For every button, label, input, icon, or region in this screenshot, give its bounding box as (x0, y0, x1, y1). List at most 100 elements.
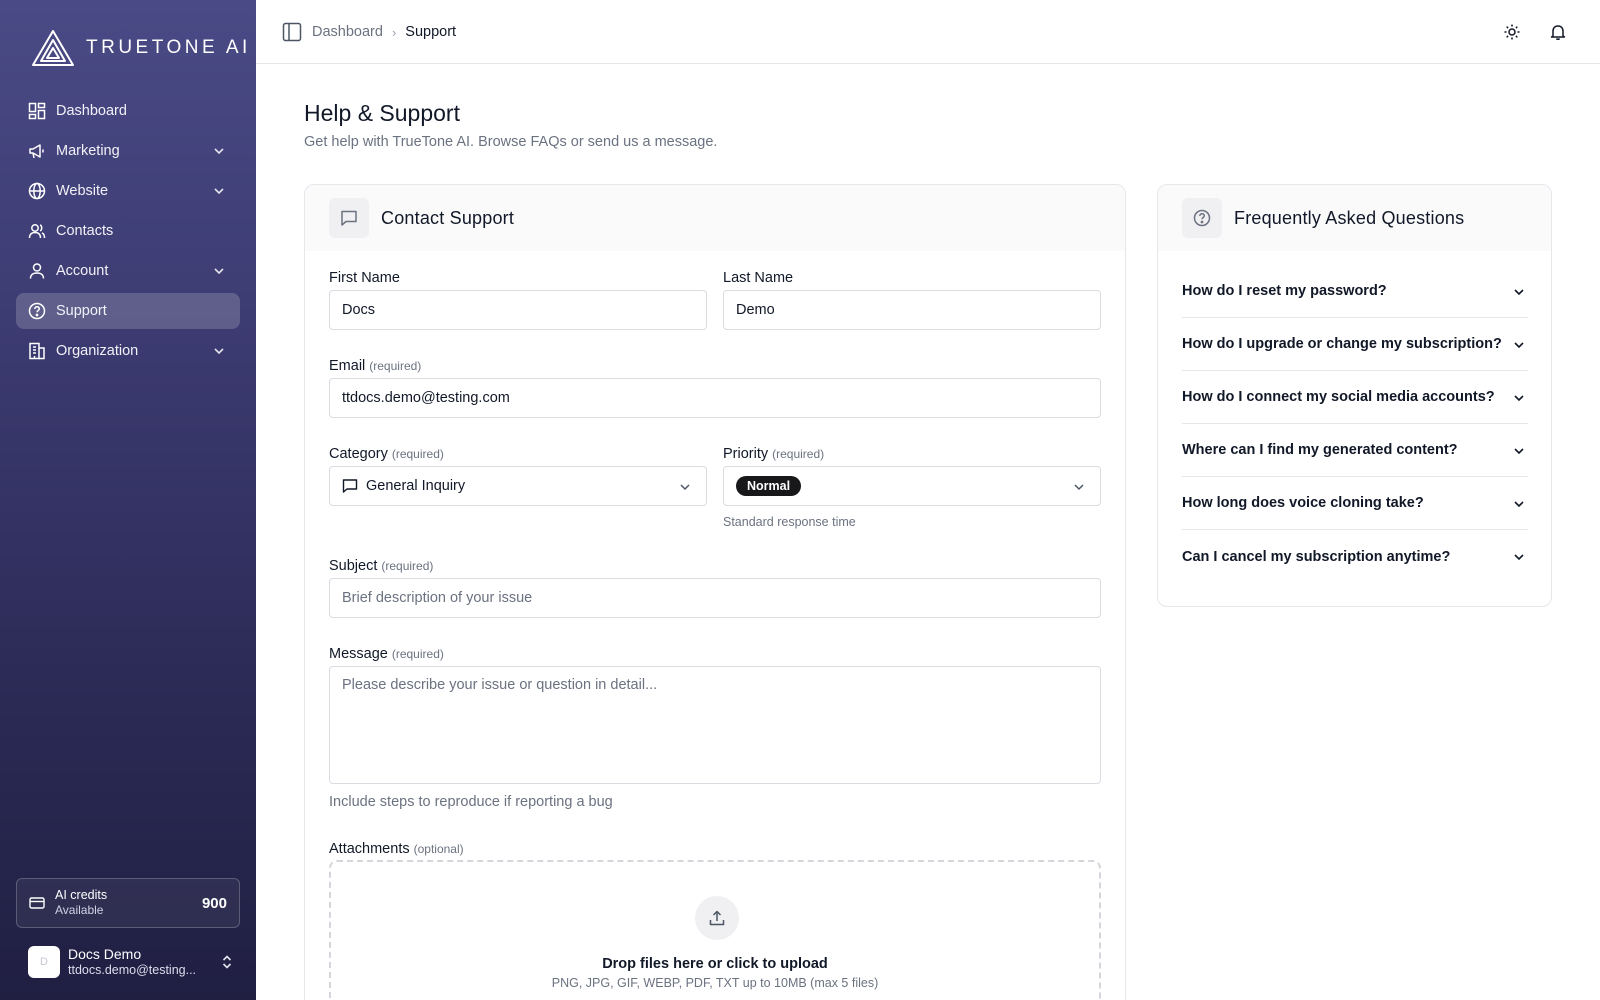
chevron-down-icon (1514, 448, 1524, 455)
credits-value: 900 (201, 895, 227, 912)
chevron-down-icon (1514, 395, 1524, 402)
faq-item[interactable]: How long does voice cloning take? (1182, 477, 1528, 530)
chevrons-up-down-icon (222, 955, 232, 969)
faq-question: Can I cancel my subscription anytime? (1182, 548, 1451, 565)
email-value: ttdocs.demo@testing.com (342, 390, 510, 406)
faq-question: How do I upgrade or change my subscripti… (1182, 336, 1502, 352)
priority-required: (required) (772, 447, 825, 461)
priority-label-text: Priority (723, 446, 769, 462)
page-title: Help & Support (304, 100, 460, 126)
user-menu[interactable]: D Docs Demo ttdocs.demo@testing... (28, 944, 240, 980)
sidebar-item-website[interactable]: Website (16, 173, 240, 209)
chevron-down-icon (1514, 342, 1524, 349)
dashboard-icon (28, 102, 46, 120)
faq-item[interactable]: How do I upgrade or change my subscripti… (1182, 318, 1528, 371)
bell-icon[interactable] (1549, 23, 1567, 41)
building-icon (28, 342, 46, 360)
page-subtitle: Get help with TrueTone AI. Browse FAQs o… (304, 134, 718, 150)
priority-label: Priority (required) (723, 446, 824, 462)
category-select[interactable]: General Inquiry (329, 466, 707, 506)
chevron-down-icon (214, 348, 224, 355)
sidebar-item-organization[interactable]: Organization (16, 333, 240, 369)
user-name: Docs Demo (68, 946, 142, 962)
category-value: General Inquiry (366, 478, 466, 494)
sidebar-item-label: Contacts (56, 223, 114, 239)
email-label: Email (required) (329, 358, 421, 374)
sidebar-toggle-icon[interactable] (282, 22, 302, 42)
dropzone-title: Drop files here or click to upload (602, 956, 828, 972)
user-info: Docs Demo ttdocs.demo@testing... (68, 946, 196, 978)
email-input[interactable]: ttdocs.demo@testing.com (329, 378, 1101, 418)
subject-placeholder: Brief description of your issue (342, 590, 533, 606)
sidebar-item-label: Marketing (56, 143, 120, 159)
faq-item[interactable]: Can I cancel my subscription anytime? (1182, 530, 1528, 583)
ai-credits-panel[interactable]: AI credits Available 900 (16, 878, 240, 928)
faq-item[interactable]: How do I connect my social media account… (1182, 371, 1528, 424)
priority-badge: Normal (736, 476, 802, 496)
sidebar-item-label: Support (56, 303, 107, 319)
subject-input[interactable]: Brief description of your issue (329, 578, 1101, 618)
chevron-down-icon (214, 268, 224, 275)
credit-card-icon (29, 897, 45, 909)
breadcrumb-dashboard[interactable]: Dashboard (312, 24, 383, 40)
last-name-value: Demo (736, 302, 775, 318)
first-name-input[interactable]: Docs (329, 290, 707, 330)
help-circle-icon (28, 302, 46, 320)
attachments-optional: (optional) (413, 842, 464, 856)
chevron-down-icon (1514, 501, 1524, 508)
message-label-text: Message (329, 646, 388, 662)
dropzone-subtitle: PNG, JPG, GIF, WEBP, PDF, TXT up to 10MB… (551, 976, 879, 990)
sidebar-item-label: Dashboard (56, 103, 127, 119)
chevron-down-icon (1514, 554, 1524, 561)
message-placeholder: Please describe your issue or question i… (342, 677, 658, 693)
faq-question: Where can I find my generated content? (1182, 442, 1458, 458)
sidebar-item-label: Account (56, 263, 109, 279)
priority-hint: Standard response time (723, 515, 856, 529)
globe-icon (28, 182, 46, 200)
faq-item[interactable]: How do I reset my password? (1182, 265, 1528, 318)
megaphone-icon (28, 142, 46, 160)
attachments-dropzone[interactable]: Drop files here or click to upload PNG, … (329, 860, 1101, 1000)
breadcrumb: Dashboard › Support (282, 22, 456, 42)
faq-item[interactable]: Where can I find my generated content? (1182, 424, 1528, 477)
attachments-label-text: Attachments (329, 841, 410, 857)
sidebar-item-account[interactable]: Account (16, 253, 240, 289)
faq-question: How long does voice cloning take? (1182, 495, 1424, 511)
first-name-label: First Name (329, 270, 400, 286)
chevron-down-icon (214, 188, 224, 195)
brand-logo[interactable]: TRUETONE AI (30, 28, 251, 68)
message-textarea[interactable]: Please describe your issue or question i… (329, 666, 1101, 784)
category-required: (required) (391, 447, 444, 461)
sidebar-item-support[interactable]: Support (16, 293, 240, 329)
sidebar-item-dashboard[interactable]: Dashboard (16, 93, 240, 129)
breadcrumb-support: Support (405, 24, 457, 40)
faq-header: Frequently Asked Questions (1158, 185, 1551, 251)
sidebar-item-label: Organization (56, 343, 139, 359)
users-icon (28, 222, 46, 240)
email-label-text: Email (329, 358, 366, 374)
faq-card: Frequently Asked Questions How do I rese… (1157, 184, 1552, 607)
help-circle-icon (1182, 198, 1222, 238)
top-bar: Dashboard › Support (256, 0, 1600, 64)
subject-label-text: Subject (329, 558, 378, 574)
sidebar-nav: Dashboard Marketing Website Contacts Acc… (16, 93, 240, 373)
sidebar-item-contacts[interactable]: Contacts (16, 213, 240, 249)
faq-question: How do I connect my social media account… (1182, 389, 1495, 405)
upload-icon (695, 896, 739, 940)
first-name-value: Docs (342, 302, 376, 318)
theme-toggle-icon[interactable] (1503, 23, 1521, 41)
category-label-text: Category (329, 446, 388, 462)
category-label: Category (required) (329, 446, 444, 462)
sidebar-item-marketing[interactable]: Marketing (16, 133, 240, 169)
email-required: (required) (369, 359, 422, 373)
attachments-label: Attachments (optional) (329, 841, 464, 857)
last-name-label: Last Name (723, 270, 794, 286)
contact-support-title: Contact Support (381, 207, 515, 228)
chevron-down-icon (680, 484, 690, 491)
priority-select[interactable]: Normal (723, 466, 1101, 506)
user-icon (28, 262, 46, 280)
last-name-input[interactable]: Demo (723, 290, 1101, 330)
credits-sublabel: Available (55, 903, 104, 917)
credits-label: AI credits (55, 888, 108, 902)
sidebar: TRUETONE AI Dashboard Marketing Website (0, 0, 256, 1000)
